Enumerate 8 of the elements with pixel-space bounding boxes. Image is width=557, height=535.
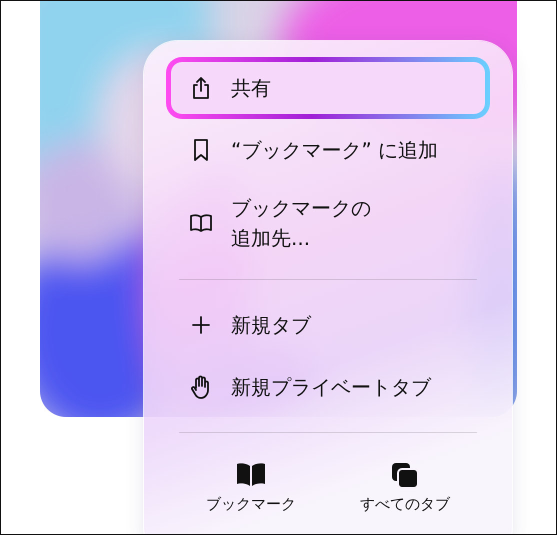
toolbar-button[interactable]: すべてのタブ xyxy=(360,461,450,514)
tabs-icon xyxy=(390,461,420,489)
toolbar-button[interactable]: ブックマーク xyxy=(206,461,296,514)
menu-item[interactable]: 新規プライベートタブ xyxy=(166,356,490,418)
menu-item[interactable]: ブックマークの追加先... xyxy=(166,181,490,265)
menu-item[interactable]: “ブックマーク” に追加 xyxy=(166,119,490,181)
menu-item[interactable]: 新規タブ xyxy=(166,294,490,356)
book-icon xyxy=(235,461,267,489)
